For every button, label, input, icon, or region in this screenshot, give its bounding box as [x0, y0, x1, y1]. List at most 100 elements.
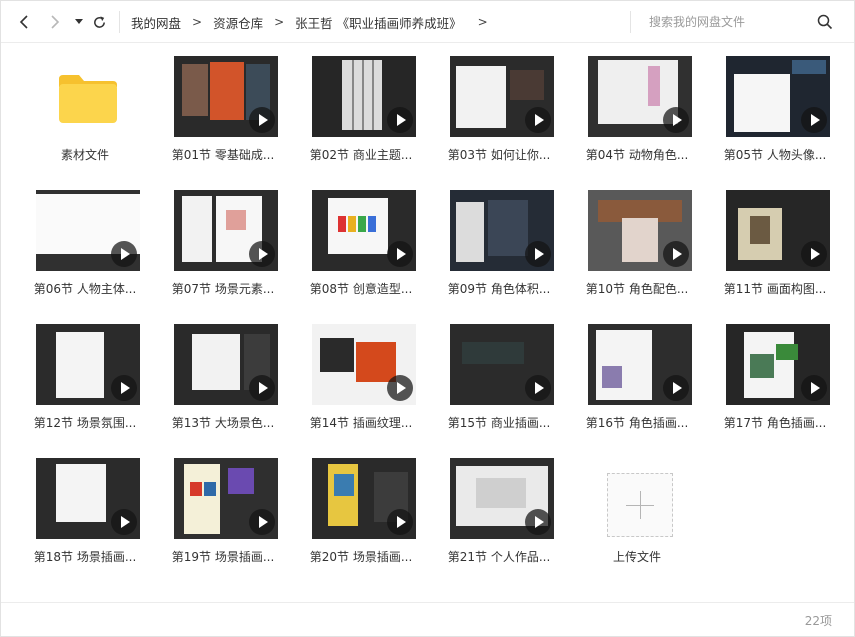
refresh-button[interactable]: [89, 12, 109, 32]
video-file-item[interactable]: 第20节 场景插画...: [292, 451, 430, 573]
play-icon[interactable]: [801, 107, 827, 133]
video-file-item[interactable]: 第11节 画面构图...: [706, 183, 844, 305]
video-thumbnail[interactable]: [174, 190, 278, 271]
play-icon[interactable]: [387, 241, 413, 267]
plus-icon[interactable]: [607, 473, 673, 537]
video-file-item[interactable]: 第21节 个人作品...: [430, 451, 568, 573]
back-button[interactable]: [15, 12, 35, 32]
file-name-label: 第14节 插画纹理...: [309, 416, 413, 430]
play-icon[interactable]: [387, 509, 413, 535]
video-thumbnail[interactable]: [450, 458, 554, 539]
video-thumbnail[interactable]: [450, 324, 554, 405]
video-thumbnail[interactable]: [312, 324, 416, 405]
video-file-item[interactable]: 第19节 场景插画...: [154, 451, 292, 573]
video-thumbnail[interactable]: [450, 190, 554, 271]
play-icon[interactable]: [525, 107, 551, 133]
video-thumbnail[interactable]: [174, 458, 278, 539]
video-thumbnail[interactable]: [588, 56, 692, 137]
video-thumbnail[interactable]: [312, 190, 416, 271]
upload-tile[interactable]: 上传文件: [568, 451, 706, 573]
play-icon[interactable]: [387, 375, 413, 401]
video-file-item[interactable]: 第02节 商业主题...: [292, 49, 430, 171]
play-icon[interactable]: [801, 375, 827, 401]
play-icon[interactable]: [111, 375, 137, 401]
breadcrumb-separator: >: [192, 15, 203, 29]
video-thumbnail[interactable]: [726, 324, 830, 405]
search-icon[interactable]: [817, 14, 833, 30]
file-name-label: 第19节 场景插画...: [171, 550, 275, 564]
video-file-item[interactable]: 第07节 场景元素...: [154, 183, 292, 305]
video-file-item[interactable]: 第16节 角色插画...: [568, 317, 706, 439]
video-file-item[interactable]: 第05节 人物头像...: [706, 49, 844, 171]
history-dropdown-button[interactable]: [69, 12, 89, 32]
play-icon[interactable]: [525, 375, 551, 401]
play-icon[interactable]: [249, 509, 275, 535]
folder-icon[interactable]: [57, 73, 119, 125]
video-thumbnail[interactable]: [726, 56, 830, 137]
play-icon[interactable]: [249, 107, 275, 133]
video-file-item[interactable]: 第08节 创意造型...: [292, 183, 430, 305]
file-name-label: 第18节 场景插画...: [33, 550, 137, 564]
breadcrumb-item-resource-repo[interactable]: 资源仓库: [213, 13, 263, 32]
breadcrumb-item-course-folder[interactable]: 张王哲 《职业插画师养成班》: [295, 13, 461, 32]
file-name-label: 第13节 大场景色...: [171, 416, 275, 430]
play-icon[interactable]: [111, 509, 137, 535]
play-icon[interactable]: [663, 375, 689, 401]
video-thumbnail[interactable]: [36, 190, 140, 271]
arrow-right-icon: [51, 15, 60, 29]
folder-item[interactable]: 素材文件: [16, 49, 154, 171]
file-name-label: 第05节 人物头像...: [723, 148, 827, 162]
breadcrumb-item-my-drive[interactable]: 我的网盘: [131, 13, 181, 32]
video-file-item[interactable]: 第12节 场景氛围...: [16, 317, 154, 439]
video-thumbnail[interactable]: [174, 324, 278, 405]
video-file-item[interactable]: 第15节 商业插画...: [430, 317, 568, 439]
video-file-item[interactable]: 第03节 如何让你...: [430, 49, 568, 171]
play-icon[interactable]: [663, 107, 689, 133]
file-name-label: 第16节 角色插画...: [585, 416, 689, 430]
file-name-label: 第02节 商业主题...: [309, 148, 413, 162]
video-thumbnail[interactable]: [588, 324, 692, 405]
video-file-item[interactable]: 第14节 插画纹理...: [292, 317, 430, 439]
forward-button[interactable]: [45, 12, 65, 32]
video-file-item[interactable]: 第13节 大场景色...: [154, 317, 292, 439]
file-name-label: 第08节 创意造型...: [309, 282, 413, 296]
video-file-item[interactable]: 第18节 场景插画...: [16, 451, 154, 573]
refresh-icon: [93, 15, 105, 28]
play-icon[interactable]: [525, 241, 551, 267]
video-thumbnail[interactable]: [174, 56, 278, 137]
video-thumbnail[interactable]: [36, 324, 140, 405]
play-icon[interactable]: [249, 375, 275, 401]
file-name-label: 第10节 角色配色...: [585, 282, 689, 296]
caret-down-icon: [75, 19, 83, 24]
play-icon[interactable]: [111, 241, 137, 267]
video-file-item[interactable]: 第06节 人物主体...: [16, 183, 154, 305]
video-file-item[interactable]: 第09节 角色体积...: [430, 183, 568, 305]
breadcrumb-trailing-separator: >: [477, 15, 488, 29]
video-file-item[interactable]: 第04节 动物角色...: [568, 49, 706, 171]
video-thumbnail[interactable]: [36, 458, 140, 539]
video-thumbnail[interactable]: [726, 190, 830, 271]
video-file-item[interactable]: 第01节 零基础成...: [154, 49, 292, 171]
video-thumbnail[interactable]: [588, 190, 692, 271]
file-name-label: 第03节 如何让你...: [447, 148, 551, 162]
video-file-item[interactable]: 第17节 角色插画...: [706, 317, 844, 439]
file-name-label: 第11节 画面构图...: [723, 282, 827, 296]
file-grid: 素材文件 第01节 零基础成... 第02节 商业主题... 第03节 如何让你...…: [16, 49, 846, 599]
video-thumbnail[interactable]: [450, 56, 554, 137]
file-name-label: 上传文件: [612, 550, 661, 564]
file-name-label: 第07节 场景元素...: [171, 282, 275, 296]
play-icon[interactable]: [663, 241, 689, 267]
search-input[interactable]: [631, 11, 811, 33]
play-icon[interactable]: [801, 241, 827, 267]
video-thumbnail[interactable]: [312, 56, 416, 137]
file-name-label: 第17节 角色插画...: [723, 416, 827, 430]
file-browser-window: 我的网盘 > 资源仓库 > 张王哲 《职业插画师养成班》 > 素材文件 第01节 …: [0, 0, 855, 637]
play-icon[interactable]: [249, 241, 275, 267]
arrow-left-icon: [19, 15, 28, 29]
play-icon[interactable]: [525, 509, 551, 535]
breadcrumb-separator: >: [274, 15, 285, 29]
video-file-item[interactable]: 第10节 角色配色...: [568, 183, 706, 305]
file-name-label: 第06节 人物主体...: [33, 282, 137, 296]
play-icon[interactable]: [387, 107, 413, 133]
video-thumbnail[interactable]: [312, 458, 416, 539]
